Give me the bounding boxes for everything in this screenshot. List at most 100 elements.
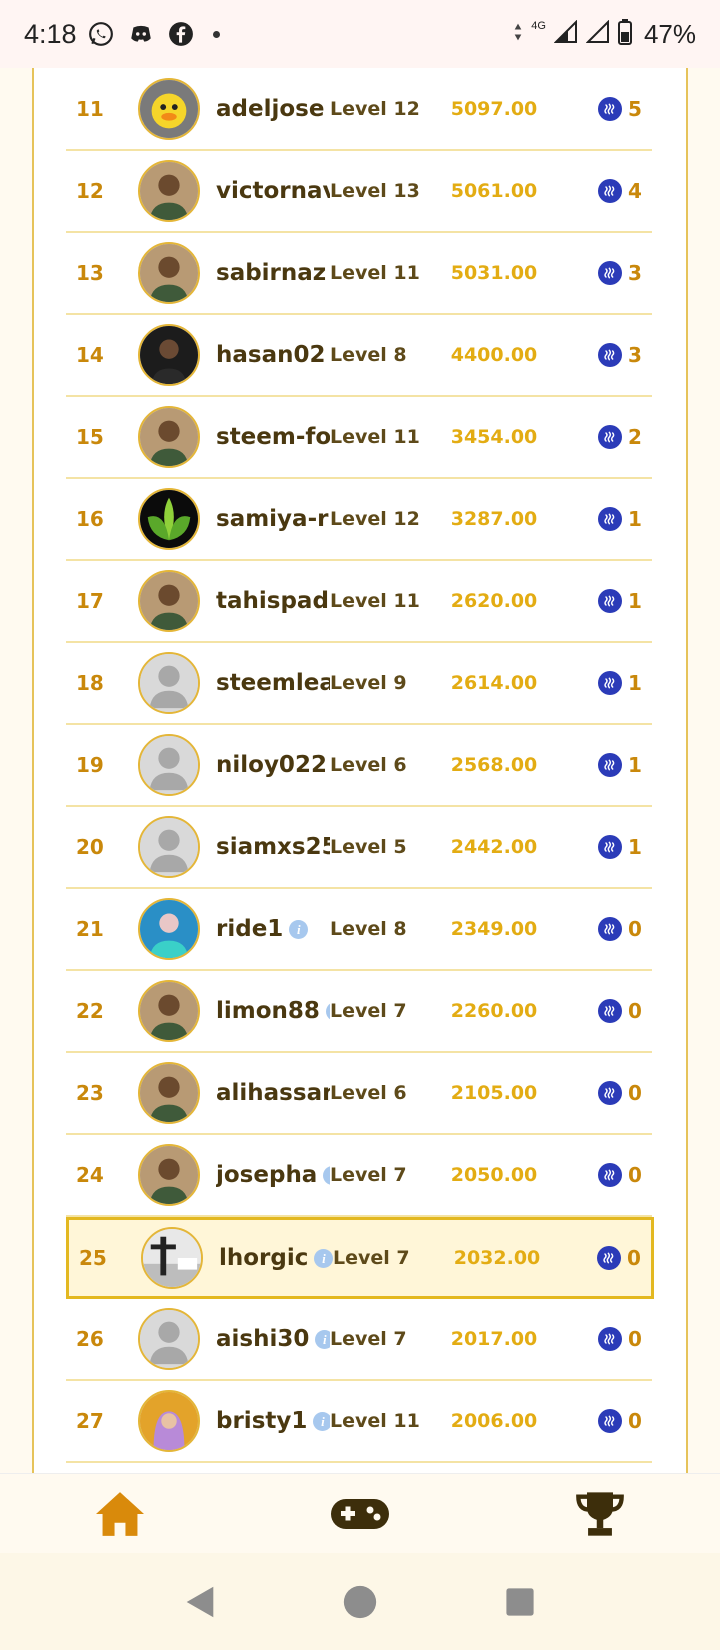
recents-button[interactable] (495, 1577, 545, 1627)
username[interactable]: samiya-ri (216, 506, 330, 532)
avatar[interactable] (138, 324, 200, 386)
username[interactable]: niloy022 (216, 752, 330, 778)
leaderboard-row[interactable]: 19 niloy022 Level 6 2568.00 1 (66, 725, 652, 807)
username[interactable]: adeljosei (216, 96, 330, 122)
score-value: 5061.00 (450, 180, 538, 202)
info-icon[interactable]: i (289, 919, 309, 939)
username-text: ride1 (216, 916, 284, 942)
home-button[interactable] (85, 1484, 155, 1544)
rank-number: 27 (76, 1409, 104, 1433)
score-value: 2105.00 (450, 1082, 538, 1104)
leaderboard-row[interactable]: 11 adeljoseiLevel 12 5097.00 5 (66, 69, 652, 151)
info-icon[interactable]: i (323, 1165, 330, 1185)
avatar[interactable] (138, 980, 200, 1042)
username-text: adeljose (216, 96, 325, 122)
level-label: Level 11 (330, 589, 420, 612)
reward-count: 1 (628, 589, 642, 613)
leaderboard-row[interactable]: 15 steem-fo Level 11 3454.00 2 (66, 397, 652, 479)
leaderboard-row[interactable]: 12 victornav Level 13 5061.00 4 (66, 151, 652, 233)
rank-number: 22 (76, 999, 104, 1023)
leaderboard-row[interactable]: 13 sabirnaz Level 11 5031.00 3 (66, 233, 652, 315)
leaderboard-row[interactable]: 22 limon88iLevel 7 2260.00 0 (66, 971, 652, 1053)
avatar[interactable] (138, 242, 200, 304)
leaderboard-row[interactable]: 16 samiya-ri Level 12 3287.00 1 (66, 479, 652, 561)
leaderboard-row-current-user[interactable]: 25 lhorgic i Level 7 2032.00 0 (66, 1217, 654, 1299)
battery-percent: 47% (643, 18, 696, 49)
whatsapp-icon (87, 20, 115, 48)
steem-icon (598, 507, 622, 531)
level-label: Level 11 (330, 1409, 420, 1432)
avatar[interactable] (138, 816, 200, 878)
username[interactable]: alihassan (216, 1080, 330, 1106)
home-system-button[interactable] (335, 1577, 385, 1627)
username[interactable]: aishi30 i (216, 1326, 330, 1352)
username[interactable]: bristy1 i (216, 1408, 330, 1434)
username[interactable]: josephai (216, 1162, 330, 1188)
avatar[interactable] (138, 78, 200, 140)
leaderboard-row[interactable]: 23 alihassan Level 6 2105.00 0 (66, 1053, 652, 1135)
steem-icon (598, 589, 622, 613)
leaderboard-row[interactable]: 26 aishi30 i Level 7 2017.00 0 (66, 1299, 652, 1381)
facebook-icon (167, 20, 195, 48)
steem-icon (598, 1081, 622, 1105)
leaderboard-row[interactable]: 20 siamxs25 Level 5 2442.00 1 (66, 807, 652, 889)
username[interactable]: ride1 i (216, 916, 330, 942)
leaderboard-button[interactable] (565, 1484, 635, 1544)
username[interactable]: limon88i (216, 998, 330, 1024)
rank-number: 16 (76, 507, 104, 531)
level-label: Level 6 (330, 1081, 407, 1104)
leaderboard-row[interactable]: 27 bristy1 i Level 11 2006.00 0 (66, 1381, 652, 1463)
avatar[interactable] (138, 1308, 200, 1370)
username[interactable]: hasan02i (216, 342, 330, 368)
level-label: Level 7 (330, 999, 407, 1022)
avatar[interactable] (141, 1227, 203, 1289)
username[interactable]: lhorgic i (219, 1245, 333, 1271)
avatar[interactable] (138, 898, 200, 960)
avatar[interactable] (138, 652, 200, 714)
username[interactable]: steem-fo (216, 424, 330, 450)
score-value: 2614.00 (450, 672, 538, 694)
avatar[interactable] (138, 1062, 200, 1124)
avatar[interactable] (138, 734, 200, 796)
username-text: bristy1 (216, 1408, 308, 1434)
username-text: siamxs25 (216, 834, 330, 860)
back-button[interactable] (175, 1577, 225, 1627)
username[interactable]: steemlea (216, 670, 330, 696)
username-text: sabirnaz (216, 260, 327, 286)
steem-icon (598, 261, 622, 285)
reward-cell: 0 (554, 999, 652, 1023)
info-icon[interactable]: i (315, 1329, 330, 1349)
reward-cell: 1 (554, 507, 652, 531)
reward-cell: 2 (554, 425, 652, 449)
leaderboard-row[interactable]: 21 ride1 i Level 8 2349.00 0 (66, 889, 652, 971)
avatar[interactable] (138, 1390, 200, 1452)
info-icon[interactable]: i (313, 1411, 330, 1431)
reward-count: 5 (628, 97, 642, 121)
avatar[interactable] (138, 570, 200, 632)
leaderboard-row[interactable]: 18 steemlea Level 9 2614.00 1 (66, 643, 652, 725)
username[interactable]: sabirnaz (216, 260, 330, 286)
avatar[interactable] (138, 488, 200, 550)
games-button[interactable] (325, 1484, 395, 1544)
username[interactable]: siamxs25 (216, 834, 330, 860)
leaderboard-scroll-area[interactable]: 11adeljoseiLevel 125097.00512victornavLe… (0, 68, 720, 1473)
avatar[interactable] (138, 160, 200, 222)
rank-number: 23 (76, 1081, 104, 1105)
username[interactable]: tahispadr (216, 588, 330, 614)
steem-icon (598, 1409, 622, 1433)
score-value: 3454.00 (450, 426, 538, 448)
score-value: 3287.00 (450, 508, 538, 530)
avatar[interactable] (138, 406, 200, 468)
rank-number: 21 (76, 917, 104, 941)
score-value: 2260.00 (450, 1000, 538, 1022)
score-value: 2620.00 (450, 590, 538, 612)
username-text: steemlea (216, 670, 330, 696)
leaderboard-row[interactable]: 17 tahispadr Level 11 2620.00 1 (66, 561, 652, 643)
steem-icon (598, 97, 622, 121)
avatar[interactable] (138, 1144, 200, 1206)
info-icon[interactable]: i (314, 1248, 333, 1268)
leaderboard-row[interactable]: 14 hasan02iLevel 8 4400.00 3 (66, 315, 652, 397)
leaderboard-row[interactable]: 24 josephaiLevel 7 2050.00 0 (66, 1135, 652, 1217)
username[interactable]: victornav (216, 178, 330, 204)
reward-cell: 0 (554, 917, 652, 941)
